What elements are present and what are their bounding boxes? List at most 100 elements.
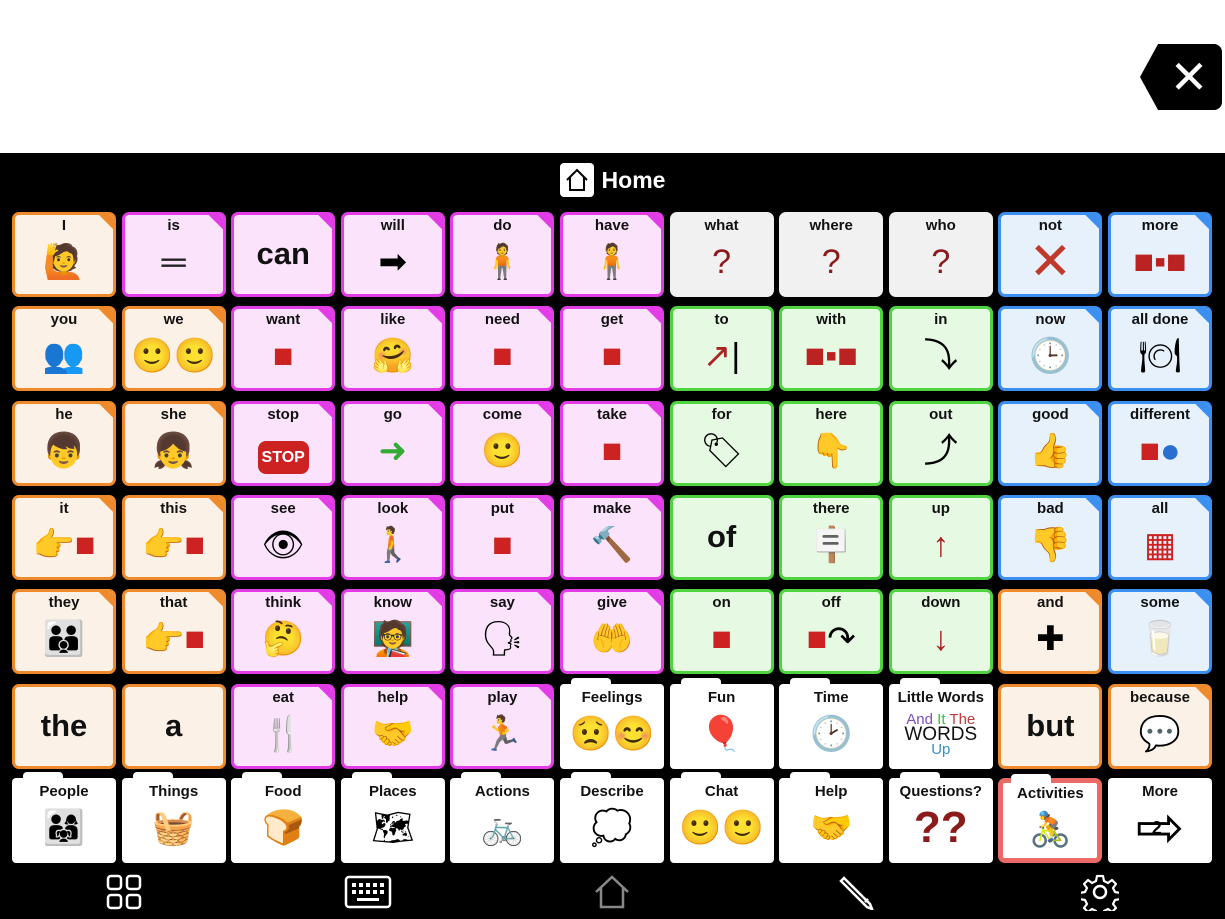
cell-you[interactable]: you 👥 [12,306,116,392]
cell-i[interactable]: I 🙋 [12,212,116,297]
activities-icon: 🚴 [1029,810,1072,849]
point-block-icon: 👉■ [32,525,96,564]
cell-label: Little Words [897,688,984,706]
cell-need[interactable]: need ■ [450,306,555,392]
grid-icon[interactable] [104,872,144,912]
cell-more[interactable]: More ⇨ 2 [1108,777,1212,863]
cell-people[interactable]: People 👨‍👩‍👧 [12,771,116,863]
cell-actions[interactable]: Actions 🚲 [450,771,555,863]
cell-come[interactable]: come 🙂 [450,400,555,486]
gear-icon[interactable] [1080,872,1120,912]
cell-describe[interactable]: Describe 💭 [560,771,664,863]
cell-for[interactable]: for 🏷 [669,400,774,486]
cell-can[interactable]: can [231,212,336,297]
cell-more[interactable]: more ■▪■ [1108,212,1212,297]
eat-icon: 🍴 [262,714,305,753]
cell-look[interactable]: look 🚶 [340,494,445,580]
cell-want[interactable]: want ■ [231,306,336,392]
top-message-bar[interactable] [0,0,1225,153]
cell-chat[interactable]: Chat 🙂🙂 [669,771,774,863]
cell-where[interactable]: where? [779,212,884,297]
cell-give[interactable]: give 🤲 [560,589,664,675]
cell-questions[interactable]: Questions??? [888,771,993,863]
arrow-right-icon: ➡ [378,243,408,281]
cell-go[interactable]: go ➜ [340,400,445,486]
cell-label: go [383,405,402,423]
cell-the[interactable]: the [12,683,116,769]
cell-have[interactable]: have 🧍 [560,212,664,297]
cell-food[interactable]: Food 🍞 [231,771,336,863]
cell-but[interactable]: but [998,683,1103,769]
cell-activities[interactable]: Activities 🚴 [998,773,1103,863]
cell-play[interactable]: play 🏃 [450,683,555,769]
cell-get[interactable]: get ■ [560,306,664,392]
cell-label: Places [369,782,417,800]
cell-what[interactable]: what? [669,212,774,297]
cell-feelings[interactable]: Feelings 😟😊 [560,677,664,769]
cell-down[interactable]: down ↓ [888,589,993,675]
cell-say[interactable]: say 🗣 [450,589,555,675]
cell-it[interactable]: it 👉■ [12,494,116,580]
cell-who[interactable]: who? [888,212,993,297]
cell-all[interactable]: all ▦ [1108,494,1212,580]
cell-bad[interactable]: bad 👎 [998,494,1103,580]
cell-good[interactable]: good 👍 [998,400,1103,486]
cell-all-done[interactable]: all done 🍽 [1108,306,1212,392]
cell-make[interactable]: make 🔨 [560,494,664,580]
cell-little-words[interactable]: Little Words And It The WORDS Up [888,677,993,769]
cell-some[interactable]: some 🥛 [1108,589,1212,675]
cell-stop[interactable]: stop STOP [231,400,336,486]
cell-do[interactable]: do 🧍 [450,212,555,297]
cell-is[interactable]: is ═ [121,212,226,297]
cell-of[interactable]: of [669,494,774,580]
cell-because[interactable]: because 💬 [1108,683,1212,769]
pencil-icon[interactable] [836,872,876,912]
cell-in[interactable]: in ⤵ [888,306,993,392]
cell-now[interactable]: now 🕒 [998,306,1103,392]
cell-help[interactable]: help 🤝 [340,683,445,769]
cell-label: Feelings [581,688,643,706]
cell-label: a [164,707,183,743]
cell-he[interactable]: he 👦 [12,400,116,486]
cell-on[interactable]: on ■ [669,589,774,675]
cell-we[interactable]: we 🙂🙂 [121,306,226,392]
cell-off[interactable]: off ■↷ [779,589,884,675]
cell-with[interactable]: with ■▪■ [779,306,884,392]
cell-up[interactable]: up ↑ [888,494,993,580]
cell-there[interactable]: there 🪧 [779,494,884,580]
cell-eat[interactable]: eat 🍴 [231,683,336,769]
cell-like[interactable]: like 🤗 [340,306,445,392]
cell-that[interactable]: that 👉■ [121,589,226,675]
cell-think[interactable]: think 🤔 [231,589,336,675]
cell-label: get [600,311,624,329]
think-icon: 🤔 [262,620,305,659]
cell-places[interactable]: Places 🗺 [340,771,445,863]
cell-take[interactable]: take ■ [560,400,664,486]
cell-label: you [50,311,78,329]
cell-will[interactable]: will ➡ [340,212,445,297]
keyboard-icon[interactable] [344,872,392,912]
reach-icon: ■ [272,337,294,376]
home-icon[interactable] [592,872,632,912]
cell-out[interactable]: out ⤴ [888,400,993,486]
cell-this[interactable]: this 👉■ [121,494,226,580]
cell-different[interactable]: different ■● [1108,400,1212,486]
cell-fun[interactable]: Fun 🎈 [669,677,774,769]
cell-label: take [596,405,628,423]
cell-time[interactable]: Time 🕑 [779,677,884,769]
cell-things[interactable]: Things 🧺 [121,771,226,863]
arrow-up-icon: ↑ [932,525,950,564]
cell-they[interactable]: they 👪 [12,589,116,675]
cell-help[interactable]: Help 🤝 [779,771,884,863]
cell-know[interactable]: know 🧑‍🏫 [340,589,445,675]
cell-and[interactable]: and ✚ [998,589,1103,675]
cell-put[interactable]: put ■ [450,494,555,580]
cell-see[interactable]: see 👁 [231,494,336,580]
cell-she[interactable]: she 👧 [121,400,226,486]
clock-icon: 🕑 [810,714,853,753]
cell-a[interactable]: a [121,683,226,769]
cell-to[interactable]: to ↗| [669,306,774,392]
cell-not[interactable]: not ✕ [998,212,1103,297]
group-icon: 👪 [42,620,86,659]
cell-here[interactable]: here 👇 [779,400,884,486]
